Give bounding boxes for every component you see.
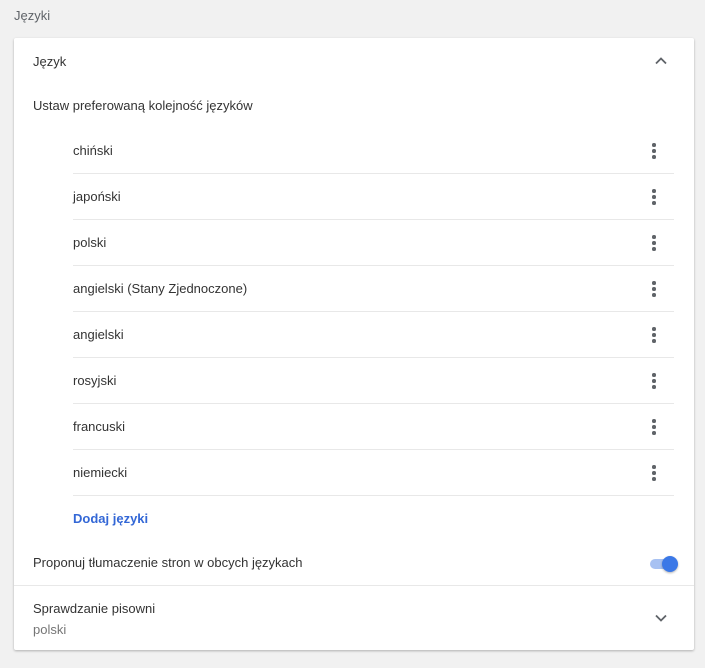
more-vert-icon[interactable] [646,417,662,437]
language-row: angielski [73,312,674,358]
section-title: Języki [14,8,51,23]
more-vert-icon[interactable] [646,141,662,161]
language-list: chiński japoński polski angielski (Stany… [73,128,674,496]
language-name: chiński [73,143,113,158]
language-row: japoński [73,174,674,220]
language-row: niemiecki [73,450,674,496]
spellcheck-value: polski [33,622,67,637]
language-name: niemiecki [73,465,128,480]
language-row: chiński [73,128,674,174]
more-vert-icon[interactable] [646,371,662,391]
chevron-up-icon [655,57,667,65]
toggle-knob [662,556,678,572]
language-row: polski [73,220,674,266]
more-vert-icon[interactable] [646,279,662,299]
more-vert-icon[interactable] [646,187,662,207]
language-header[interactable]: Język [14,38,694,84]
translate-toggle[interactable] [648,556,678,572]
spellcheck-row[interactable]: Sprawdzanie pisowni polski [14,587,694,650]
language-row: rosyjski [73,358,674,404]
language-name: polski [73,235,107,250]
expand-button[interactable] [652,609,670,627]
translate-offer-row: Proponuj tłumaczenie stron w obcych języ… [14,540,694,586]
language-name: japoński [73,189,121,204]
more-vert-icon[interactable] [646,463,662,483]
language-row: francuski [73,404,674,450]
collapse-button[interactable] [652,52,670,70]
chevron-down-icon [655,614,667,622]
language-name: angielski (Stany Zjednoczone) [73,281,248,296]
language-order-subtitle: Ustaw preferowaną kolejność języków [33,98,253,113]
language-row: angielski (Stany Zjednoczone) [73,266,674,312]
translate-offer-label: Proponuj tłumaczenie stron w obcych języ… [33,555,303,570]
more-vert-icon[interactable] [646,325,662,345]
language-name: angielski [73,327,124,342]
add-languages-link[interactable]: Dodaj języki [73,511,148,526]
language-name: rosyjski [73,373,117,388]
settings-page: Języki Język Ustaw preferowaną kolejność… [0,0,705,668]
language-header-label: Język [33,53,67,69]
spellcheck-label: Sprawdzanie pisowni [33,601,156,616]
language-name: francuski [73,419,126,434]
languages-card: Język Ustaw preferowaną kolejność językó… [14,38,694,650]
more-vert-icon[interactable] [646,233,662,253]
